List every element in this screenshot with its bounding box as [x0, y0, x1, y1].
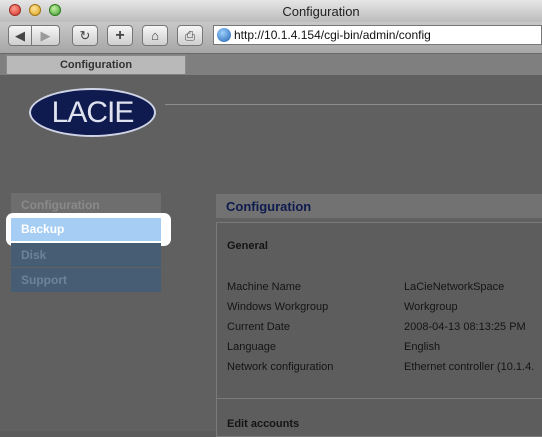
current-date-label: Current Date — [227, 321, 290, 333]
forward-arrow-icon: ▶ — [40, 27, 51, 43]
back-button[interactable]: ◀ — [8, 25, 32, 46]
tab-configuration[interactable]: Configuration — [6, 55, 186, 74]
machine-name-label: Machine Name — [227, 281, 301, 293]
add-bookmark-button[interactable]: + — [107, 25, 133, 46]
network-config-value: Ethernet controller (10.1.4. — [404, 361, 535, 373]
language-label: Language — [227, 341, 276, 353]
nav-item-support[interactable]: Support — [11, 268, 161, 292]
title-bar: Configuration — [0, 0, 542, 23]
language-value: English — [404, 341, 441, 353]
forward-button[interactable]: ▶ — [32, 25, 60, 46]
print-button[interactable]: ⎙ — [177, 25, 203, 46]
machine-name-value: LaCieNetworkSpace — [404, 281, 505, 293]
nav-item-backup[interactable]: Backup — [11, 218, 161, 241]
window-title: Configuration — [282, 4, 360, 19]
reload-button[interactable]: ↻ — [72, 25, 98, 46]
reload-icon: ↻ — [79, 27, 91, 43]
url-text: http://10.1.4.154/cgi-bin/admin/config — [234, 28, 431, 42]
printer-icon: ⎙ — [184, 27, 196, 43]
section-title-general: General — [227, 240, 268, 252]
current-date-value: 2008-04-13 08:13:25 PM — [404, 321, 526, 333]
header-divider — [165, 104, 542, 105]
plus-icon: + — [115, 26, 125, 44]
globe-icon — [217, 28, 231, 42]
lacie-logo: LACIE — [29, 88, 156, 137]
nav-item-disk[interactable]: Disk — [11, 243, 161, 267]
address-bar[interactable]: http://10.1.4.154/cgi-bin/admin/config — [213, 25, 542, 45]
panel-title: Configuration — [226, 199, 312, 214]
home-button[interactable]: ⌂ — [142, 25, 168, 46]
back-arrow-icon: ◀ — [15, 27, 25, 43]
workgroup-label: Windows Workgroup — [227, 301, 329, 313]
section-title-edit-accounts: Edit accounts — [227, 418, 300, 430]
section-divider — [217, 398, 542, 399]
workgroup-value: Workgroup — [404, 301, 458, 313]
network-config-label: Network configuration — [227, 361, 334, 373]
home-icon: ⌂ — [151, 28, 159, 43]
